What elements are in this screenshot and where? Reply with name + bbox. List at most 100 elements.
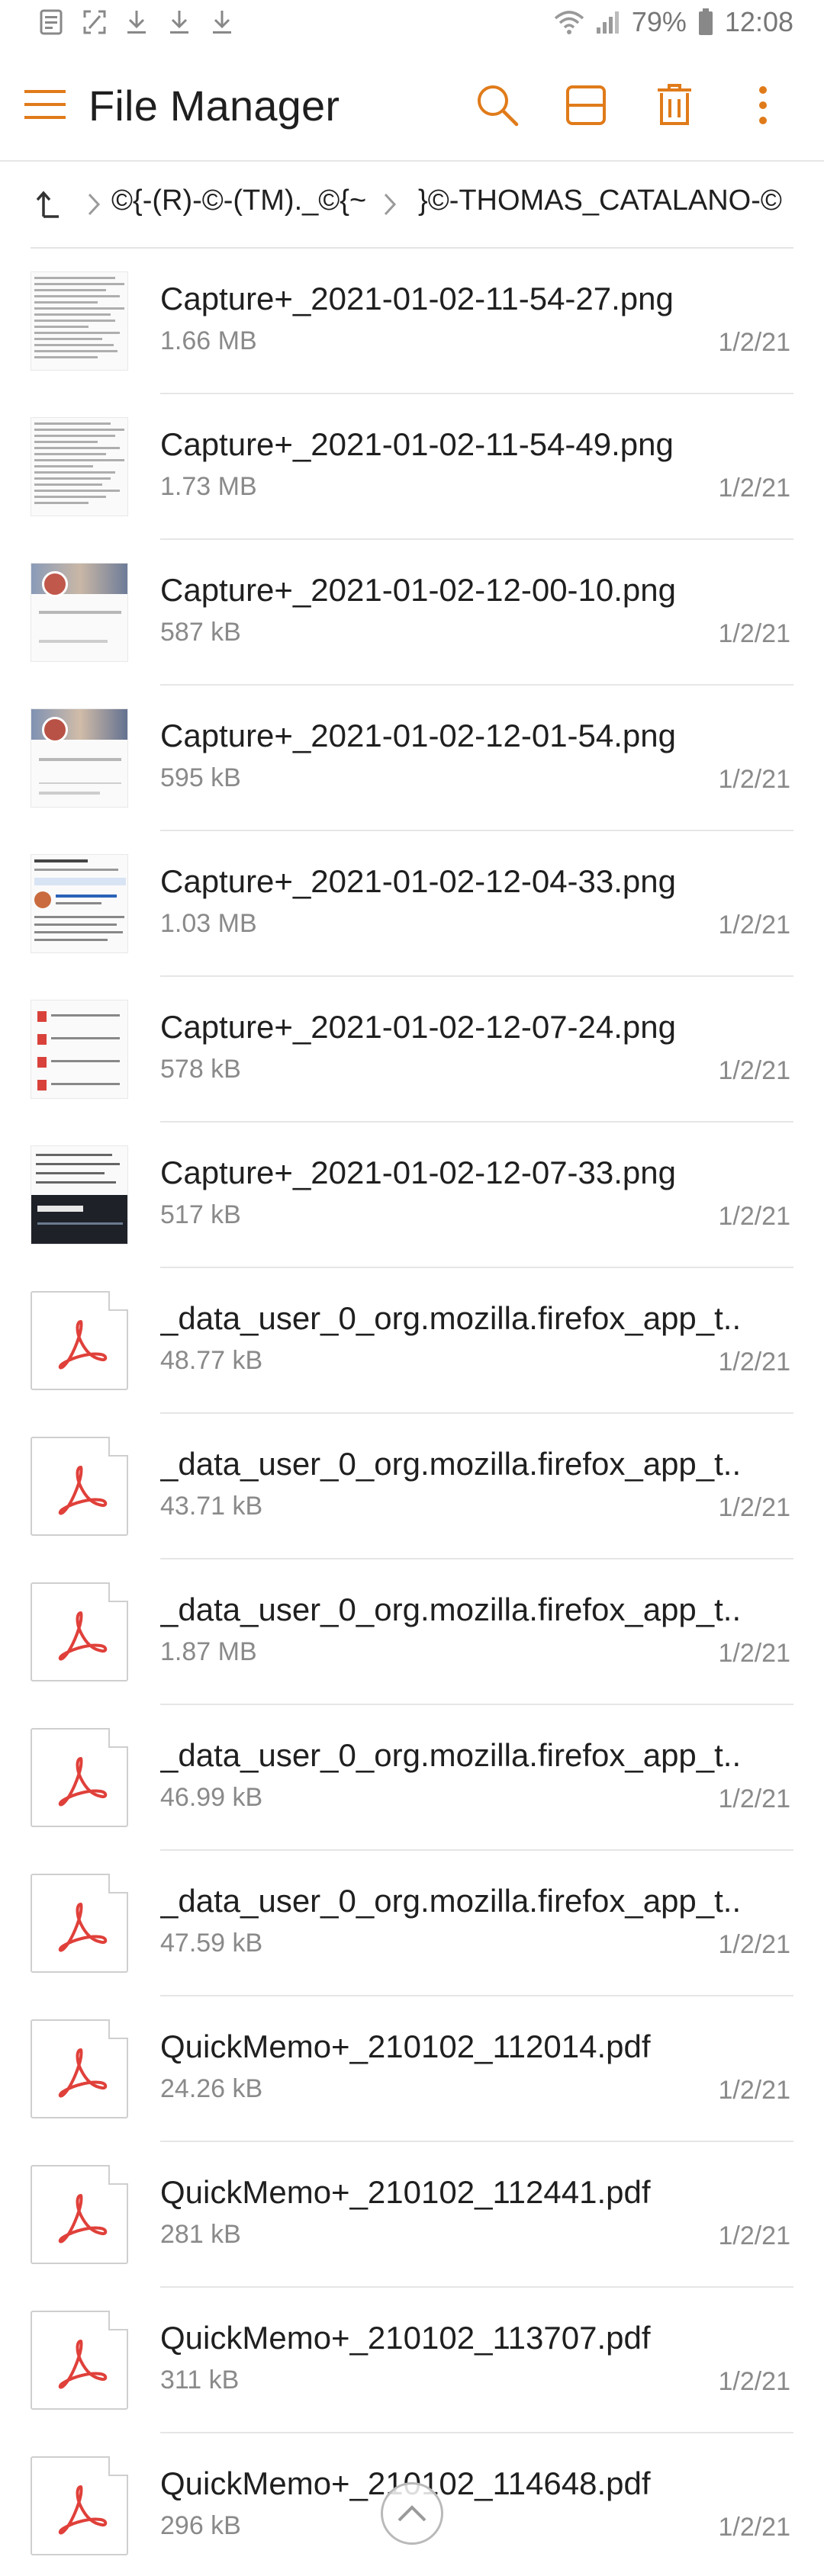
file-date: 1/2/21 [718,1639,790,1668]
file-size: 578 kB [160,1055,241,1084]
delete-button[interactable] [647,78,702,133]
file-date: 1/2/21 [718,474,790,503]
file-row[interactable]: _data_user_0_org.mozilla.firefox_app_t..… [0,1559,824,1705]
file-size: 47.59 kB [160,1929,263,1958]
image-thumbnail [31,563,128,662]
notification-icon [40,9,63,37]
image-thumbnail [31,708,128,808]
more-vert-icon [759,86,767,124]
menu-button[interactable] [23,82,67,127]
file-date: 1/2/21 [718,1347,790,1376]
hamburger-menu-icon [24,90,66,119]
screenshot-icon [82,9,106,37]
file-row[interactable]: Capture+_2021-01-02-12-07-24.png 578 kB … [0,977,824,1123]
file-size: 311 kB [160,2366,240,2395]
pdf-file-icon [31,1874,128,1973]
file-name: Capture+_2021-01-02-12-04-33.png [160,863,676,899]
file-date: 1/2/21 [718,619,790,648]
download-icon [211,9,233,37]
file-date: 1/2/21 [718,1784,790,1813]
download-icon [168,9,191,37]
file-name: _data_user_0_org.mozilla.firefox_app_t.. [160,1883,742,1919]
file-name: Capture+_2021-01-02-12-00-10.png [160,572,676,608]
app-bar: File Manager [0,50,824,160]
file-name: Capture+_2021-01-02-12-07-24.png [160,1009,676,1045]
file-name: Capture+_2021-01-02-11-54-49.png [160,426,674,462]
file-row[interactable]: QuickMemo+_210102_112014.pdf 24.26 kB 1/… [0,1996,824,2142]
search-icon [478,85,519,127]
file-date: 1/2/21 [718,1930,790,1959]
image-thumbnail [31,417,128,516]
file-size: 1.73 MB [160,472,257,501]
file-date: 1/2/21 [718,2076,790,2105]
pdf-file-icon [31,1728,128,1827]
chevron-right-icon [82,189,105,220]
file-row[interactable]: _data_user_0_org.mozilla.firefox_app_t..… [0,1705,824,1851]
file-name: Capture+_2021-01-02-12-07-33.png [160,1155,676,1190]
pdf-file-icon [31,1291,128,1390]
file-size: 296 kB [160,2511,241,2540]
file-size: 24.26 kB [160,2074,263,2103]
file-list: Capture+_2021-01-02-11-54-27.png 1.66 MB… [0,249,824,2576]
file-name: _data_user_0_org.mozilla.firefox_app_t.. [160,1300,742,1336]
breadcrumb-segment-current[interactable]: }©-THOMAS_CATALANO-© [418,185,782,217]
scroll-to-top-button[interactable] [381,2482,443,2545]
file-name: QuickMemo+_210102_112014.pdf [160,2028,651,2064]
file-name: QuickMemo+_210102_114648.pdf [160,2465,786,2502]
file-size: 1.87 MB [160,1637,257,1666]
file-row[interactable]: QuickMemo+_210102_112441.pdf 281 kB 1/2/… [0,2142,824,2288]
pdf-file-icon [31,1582,128,1681]
pdf-file-icon [31,1437,128,1536]
pdf-file-icon [31,2456,128,2555]
image-thumbnail [31,1145,128,1245]
file-row[interactable]: _data_user_0_org.mozilla.firefox_app_t..… [0,1851,824,1996]
file-row[interactable]: Capture+_2021-01-02-11-54-27.png 1.66 MB… [0,249,824,394]
status-bar-notifications [40,9,233,37]
status-bar: 79% 12:08 [0,0,824,50]
file-size: 48.77 kB [160,1346,263,1375]
file-name: Capture+_2021-01-02-11-54-27.png [160,281,674,316]
file-name: _data_user_0_org.mozilla.firefox_app_t.. [160,1446,742,1482]
file-row[interactable]: _data_user_0_org.mozilla.firefox_app_t..… [0,1268,824,1414]
file-size: 281 kB [160,2220,241,2249]
view-toggle-button[interactable] [558,78,613,133]
navigate-up-button[interactable] [31,186,67,223]
file-size: 46.99 kB [160,1783,263,1812]
file-row[interactable]: Capture+_2021-01-02-12-04-33.png 1.03 MB… [0,831,824,977]
pdf-file-icon [31,2311,128,2410]
status-bar-system: 79% 12:08 [554,6,793,38]
view-toggle-icon [566,85,606,125]
image-thumbnail [31,854,128,953]
file-row[interactable]: QuickMemo+_210102_113707.pdf 311 kB 1/2/… [0,2288,824,2433]
battery-percent: 79% [631,6,687,37]
file-row[interactable]: _data_user_0_org.mozilla.firefox_app_t..… [0,1414,824,1559]
delete-icon [658,84,691,125]
more-options-button[interactable] [735,78,790,133]
file-size: 587 kB [160,618,241,647]
pdf-file-icon [31,2019,128,2118]
page-title: File Manager [89,82,340,130]
file-date: 1/2/21 [718,1056,790,1085]
battery-icon [697,8,714,37]
chevron-up-icon [398,2505,426,2522]
search-button[interactable] [470,78,525,133]
file-row[interactable]: Capture+_2021-01-02-11-54-49.png 1.73 MB… [0,394,824,540]
file-date: 1/2/21 [718,2221,790,2250]
breadcrumb: ©{-(R)-©-(TM)._©{~ }©-THOMAS_CATALANO-© [0,162,824,247]
file-size: 1.66 MB [160,326,257,355]
file-date: 1/2/21 [718,1493,790,1522]
arrow-up-icon [36,191,59,218]
file-date: 1/2/21 [718,765,790,794]
chevron-right-icon [378,189,401,220]
file-date: 1/2/21 [718,911,790,940]
file-name: QuickMemo+_210102_113707.pdf [160,2320,651,2356]
file-name: QuickMemo+_210102_112441.pdf [160,2174,651,2210]
file-row[interactable]: Capture+_2021-01-02-12-01-54.png 595 kB … [0,686,824,831]
file-row[interactable]: Capture+_2021-01-02-12-00-10.png 587 kB … [0,540,824,686]
file-name: Capture+_2021-01-02-12-01-54.png [160,718,676,753]
file-name: _data_user_0_org.mozilla.firefox_app_t.. [160,1592,742,1627]
breadcrumb-segment[interactable]: ©{-(R)-©-(TM)._©{~ [111,185,366,217]
file-row[interactable]: Capture+_2021-01-02-12-07-33.png 517 kB … [0,1123,824,1268]
file-size: 1.03 MB [160,909,257,938]
signal-icon [595,9,621,35]
